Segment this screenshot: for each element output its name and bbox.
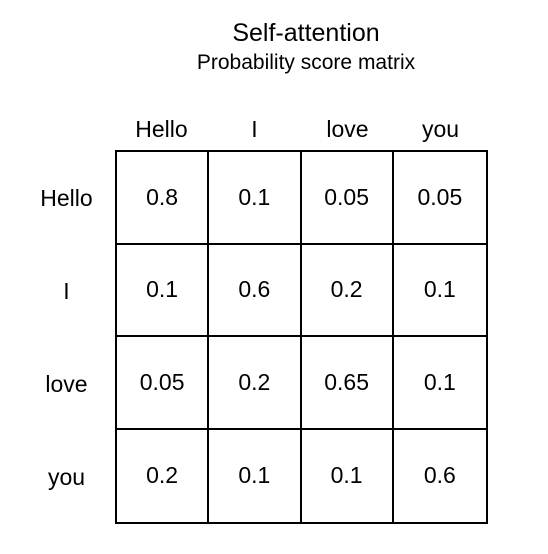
- matrix-cell: 0.8: [117, 152, 210, 245]
- row-label-hello: Hello: [40, 185, 93, 211]
- column-label-love: love: [326, 116, 369, 142]
- row-label-you: you: [47, 464, 86, 490]
- matrix-cell: 0.05: [393, 152, 486, 245]
- matrix-cell: 0.6: [209, 244, 302, 337]
- column-label-i: I: [251, 116, 258, 142]
- matrix-cell: 0.6: [423, 462, 456, 489]
- matrix-cell: 0.65: [301, 337, 394, 430]
- diagram-title: Self-attention: [232, 19, 380, 47]
- diagram-subtitle: Probability score matrix: [196, 51, 416, 74]
- row-label-love: love: [45, 371, 88, 397]
- matrix-cell: 0.05: [301, 152, 394, 245]
- matrix-cell: 0.1: [209, 429, 302, 522]
- row-label-i: I: [63, 278, 70, 304]
- matrix-cell: 0.2: [209, 337, 302, 430]
- matrix-cell: 0.2: [117, 429, 210, 522]
- matrix-cell: 0.1: [117, 244, 210, 337]
- column-label-hello: Hello: [135, 116, 188, 142]
- matrix-cell: 0.1: [209, 152, 302, 245]
- matrix-cell: 0.1: [302, 429, 394, 522]
- matrix-cell: 0.1: [393, 337, 486, 430]
- matrix-cell: 0.05: [117, 337, 210, 430]
- matrix-cell: 0.1: [393, 245, 486, 337]
- probability-matrix: 0.8 0.1 0.05 0.05 0.1 0.6 0.2 0.1 0.05 0…: [115, 150, 488, 524]
- column-label-you: you: [421, 116, 460, 142]
- matrix-cell: 0.2: [301, 244, 394, 337]
